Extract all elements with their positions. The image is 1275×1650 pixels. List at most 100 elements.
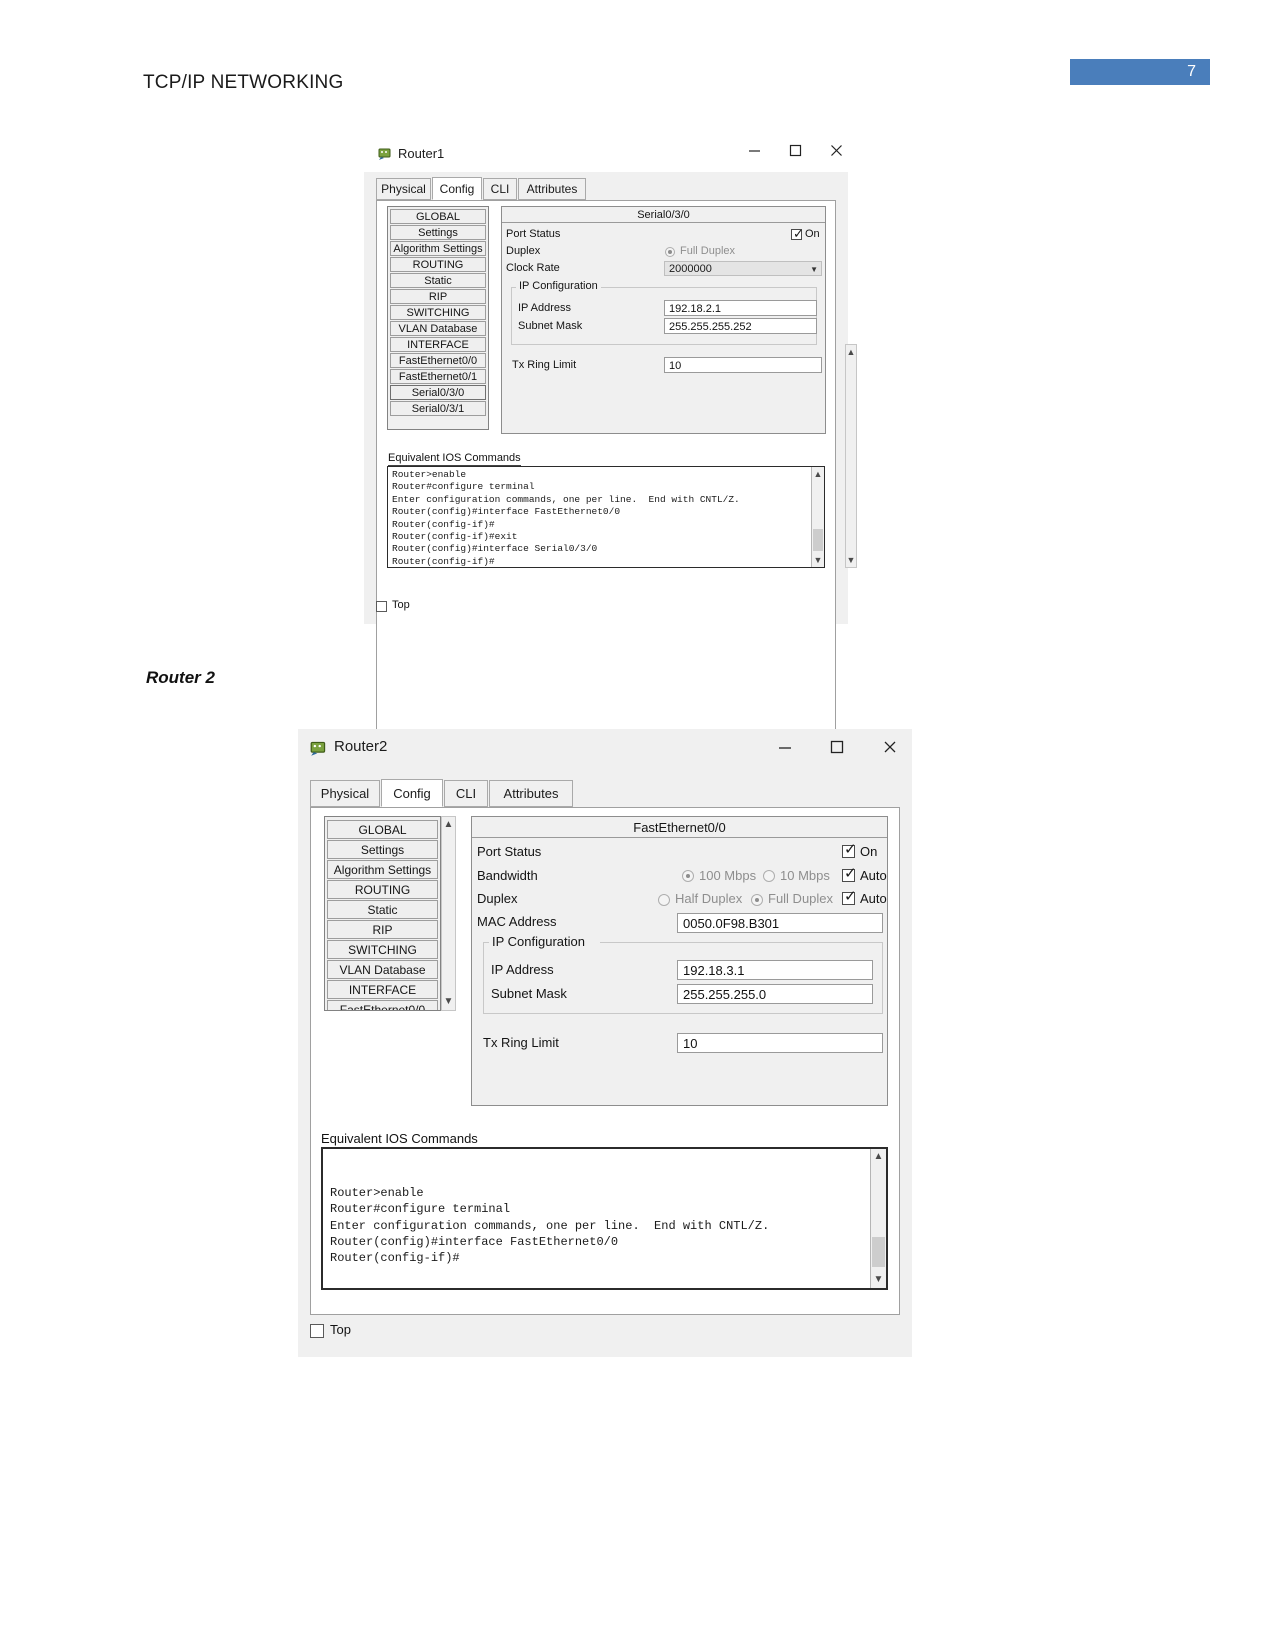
- router2-tx-ring-limit-label: Tx Ring Limit: [483, 1035, 559, 1050]
- router1-port-status-label: Port Status: [506, 228, 561, 240]
- router1-duplex-label: Duplex: [506, 245, 541, 257]
- router1-clock-rate-combobox[interactable]: 2000000 ▼: [664, 261, 822, 276]
- router2-port-status-tick-icon: ✓: [844, 841, 857, 858]
- router1-maximize-icon[interactable]: [782, 144, 808, 166]
- router1-ios-scrollbar[interactable]: ▲ ▼: [811, 467, 824, 567]
- router1-nav-rip[interactable]: RIP: [390, 289, 486, 304]
- router1-nav-static[interactable]: Static: [390, 273, 486, 288]
- router1-port-status-checkbox[interactable]: ✓: [791, 227, 804, 241]
- router2-tabstrip: Physical Config CLI Attributes: [310, 779, 900, 808]
- router2-tx-ring-limit-input[interactable]: 10: [677, 1033, 883, 1053]
- router1-title-text: Router1: [398, 146, 445, 161]
- router1-nav-serial0-3-0[interactable]: Serial0/3/0: [390, 385, 486, 400]
- router2-duplex-label: Duplex: [477, 891, 518, 906]
- router1-clock-rate-chevron-down-icon[interactable]: ▼: [810, 262, 818, 275]
- router1-ip-address-input[interactable]: 192.18.2.1: [664, 300, 817, 316]
- router1-nav-fastethernet0-0[interactable]: FastEthernet0/0: [390, 353, 486, 368]
- router2-nav-fastethernet0-0[interactable]: FastEthernet0/0: [327, 1000, 438, 1010]
- router1-nav-global[interactable]: GLOBAL: [390, 209, 486, 224]
- router1-nav-interface[interactable]: INTERFACE: [390, 337, 486, 352]
- router2-maximize-icon[interactable]: [822, 739, 852, 761]
- router1-nav-switching[interactable]: SWITCHING: [390, 305, 486, 320]
- router2-ios-scrollbar[interactable]: ▲ ▼: [870, 1149, 886, 1288]
- router2-nav-interface[interactable]: INTERFACE: [327, 980, 438, 999]
- router1-nav-scroll-down-icon[interactable]: ▼: [846, 553, 856, 567]
- router1-nav-list: GLOBAL Settings Algorithm Settings ROUTI…: [387, 206, 489, 430]
- router1-ip-config-label: IP Configuration: [516, 280, 601, 292]
- router2-nav-scrollbar[interactable]: ▲ ▼: [441, 816, 456, 1011]
- router2-nav-scroll-up-icon[interactable]: ▲: [442, 817, 455, 833]
- router2-duplex-half-radio[interactable]: [658, 894, 670, 906]
- router1-tx-ring-limit-label: Tx Ring Limit: [512, 359, 577, 371]
- packet-tracer-router-icon: [378, 147, 392, 161]
- router2-nav-vlan-database[interactable]: VLAN Database: [327, 960, 438, 979]
- page-number-badge: 7: [1070, 59, 1210, 85]
- router1-ios-label: Equivalent IOS Commands: [388, 452, 521, 466]
- router2-ios-scroll-thumb[interactable]: [872, 1237, 885, 1267]
- router2-nav-switching[interactable]: SWITCHING: [327, 940, 438, 959]
- router1-tab-physical[interactable]: Physical: [376, 178, 431, 200]
- router1-ios-output-box[interactable]: Router>enable Router#configure terminal …: [387, 466, 825, 568]
- router2-ip-address-input[interactable]: 192.18.3.1: [677, 960, 873, 980]
- router1-ios-scroll-thumb[interactable]: [813, 529, 823, 551]
- router1-nav-vlan-database[interactable]: VLAN Database: [390, 321, 486, 336]
- router2-ip-group-border-right: [600, 942, 883, 943]
- router2-bandwidth-10mbps-radio[interactable]: [763, 870, 775, 882]
- router2-nav-settings[interactable]: Settings: [327, 840, 438, 859]
- router2-bandwidth-label: Bandwidth: [477, 868, 538, 883]
- router2-subnet-mask-input[interactable]: 255.255.255.0: [677, 984, 873, 1004]
- router2-mac-address-input[interactable]: 0050.0F98.B301: [677, 913, 883, 933]
- router2-minimize-icon[interactable]: [770, 739, 800, 761]
- router1-nav-scroll-up-icon[interactable]: ▲: [846, 345, 856, 359]
- router1-nav-serial0-3-1[interactable]: Serial0/3/1: [390, 401, 486, 416]
- router2-top-checkbox[interactable]: [310, 1324, 324, 1338]
- router1-ios-scroll-down-icon[interactable]: ▼: [812, 553, 824, 567]
- router1-nav-fastethernet0-1[interactable]: FastEthernet0/1: [390, 369, 486, 384]
- router2-nav-routing[interactable]: ROUTING: [327, 880, 438, 899]
- router2-duplex-auto-checkbox[interactable]: ✓: [842, 889, 857, 905]
- router2-tab-config[interactable]: Config: [381, 779, 443, 807]
- router2-interface-pane: FastEthernet0/0 Port Status ✓ On Bandwid…: [471, 816, 888, 1106]
- router2-nav-scroll-down-icon[interactable]: ▼: [442, 994, 455, 1010]
- router1-nav-algorithm[interactable]: Algorithm Settings: [390, 241, 486, 256]
- router1-ip-address-label: IP Address: [518, 302, 571, 314]
- router2-nav-global[interactable]: GLOBAL: [327, 820, 438, 839]
- router2-pane-header: FastEthernet0/0: [472, 817, 887, 838]
- router2-port-status-on-label: On: [860, 844, 878, 859]
- router2-window: Router2 Physical Config CLI Attributes G…: [298, 729, 912, 1357]
- router2-nav-algorithm[interactable]: Algorithm Settings: [327, 860, 438, 879]
- router1-tab-config[interactable]: Config: [432, 177, 482, 200]
- router2-mac-address-label: MAC Address: [477, 914, 557, 929]
- router1-tx-ring-limit-input[interactable]: 10: [664, 357, 822, 373]
- router1-subnet-mask-input[interactable]: 255.255.255.252: [664, 318, 817, 334]
- router2-bandwidth-auto-checkbox[interactable]: ✓: [842, 866, 857, 882]
- router1-close-icon[interactable]: [823, 144, 849, 166]
- router1-nav-routing[interactable]: ROUTING: [390, 257, 486, 272]
- router2-port-status-checkbox[interactable]: ✓: [842, 841, 857, 858]
- router1-tab-cli[interactable]: CLI: [483, 178, 517, 200]
- page-title: TCP/IP NETWORKING: [143, 72, 344, 93]
- router2-ios-output-box[interactable]: Router>enable Router#configure terminal …: [321, 1147, 888, 1290]
- router2-ip-config-label: IP Configuration: [489, 934, 588, 949]
- router2-tab-cli[interactable]: CLI: [444, 780, 488, 807]
- router1-duplex-full-label: Full Duplex: [680, 245, 736, 257]
- router2-duplex-full-radio[interactable]: [751, 894, 763, 906]
- router2-tab-physical[interactable]: Physical: [310, 780, 380, 807]
- router2-ios-scroll-up-icon[interactable]: ▲: [871, 1149, 886, 1165]
- router2-close-icon[interactable]: [875, 739, 905, 761]
- router2-ios-scroll-down-icon[interactable]: ▼: [871, 1272, 886, 1288]
- router1-ios-scroll-up-icon[interactable]: ▲: [812, 467, 824, 481]
- router2-bandwidth-100mbps-radio[interactable]: [682, 870, 694, 882]
- router1-nav-settings[interactable]: Settings: [390, 225, 486, 240]
- router1-tab-attributes[interactable]: Attributes: [518, 178, 586, 200]
- router2-nav-static[interactable]: Static: [327, 900, 438, 919]
- router2-nav-rip[interactable]: RIP: [327, 920, 438, 939]
- router2-tab-attributes[interactable]: Attributes: [489, 780, 573, 807]
- router2-bandwidth-100mbps-label: 100 Mbps: [699, 868, 757, 883]
- router1-nav-scrollbar[interactable]: ▲ ▼: [845, 344, 857, 568]
- router1-duplex-full-radio[interactable]: [665, 247, 675, 257]
- router1-minimize-icon[interactable]: [741, 144, 767, 166]
- router1-top-checkbox[interactable]: [376, 601, 387, 612]
- router2-ios-output-text: Router>enable Router#configure terminal …: [330, 1185, 770, 1266]
- router2-duplex-auto-label: Auto: [860, 891, 887, 906]
